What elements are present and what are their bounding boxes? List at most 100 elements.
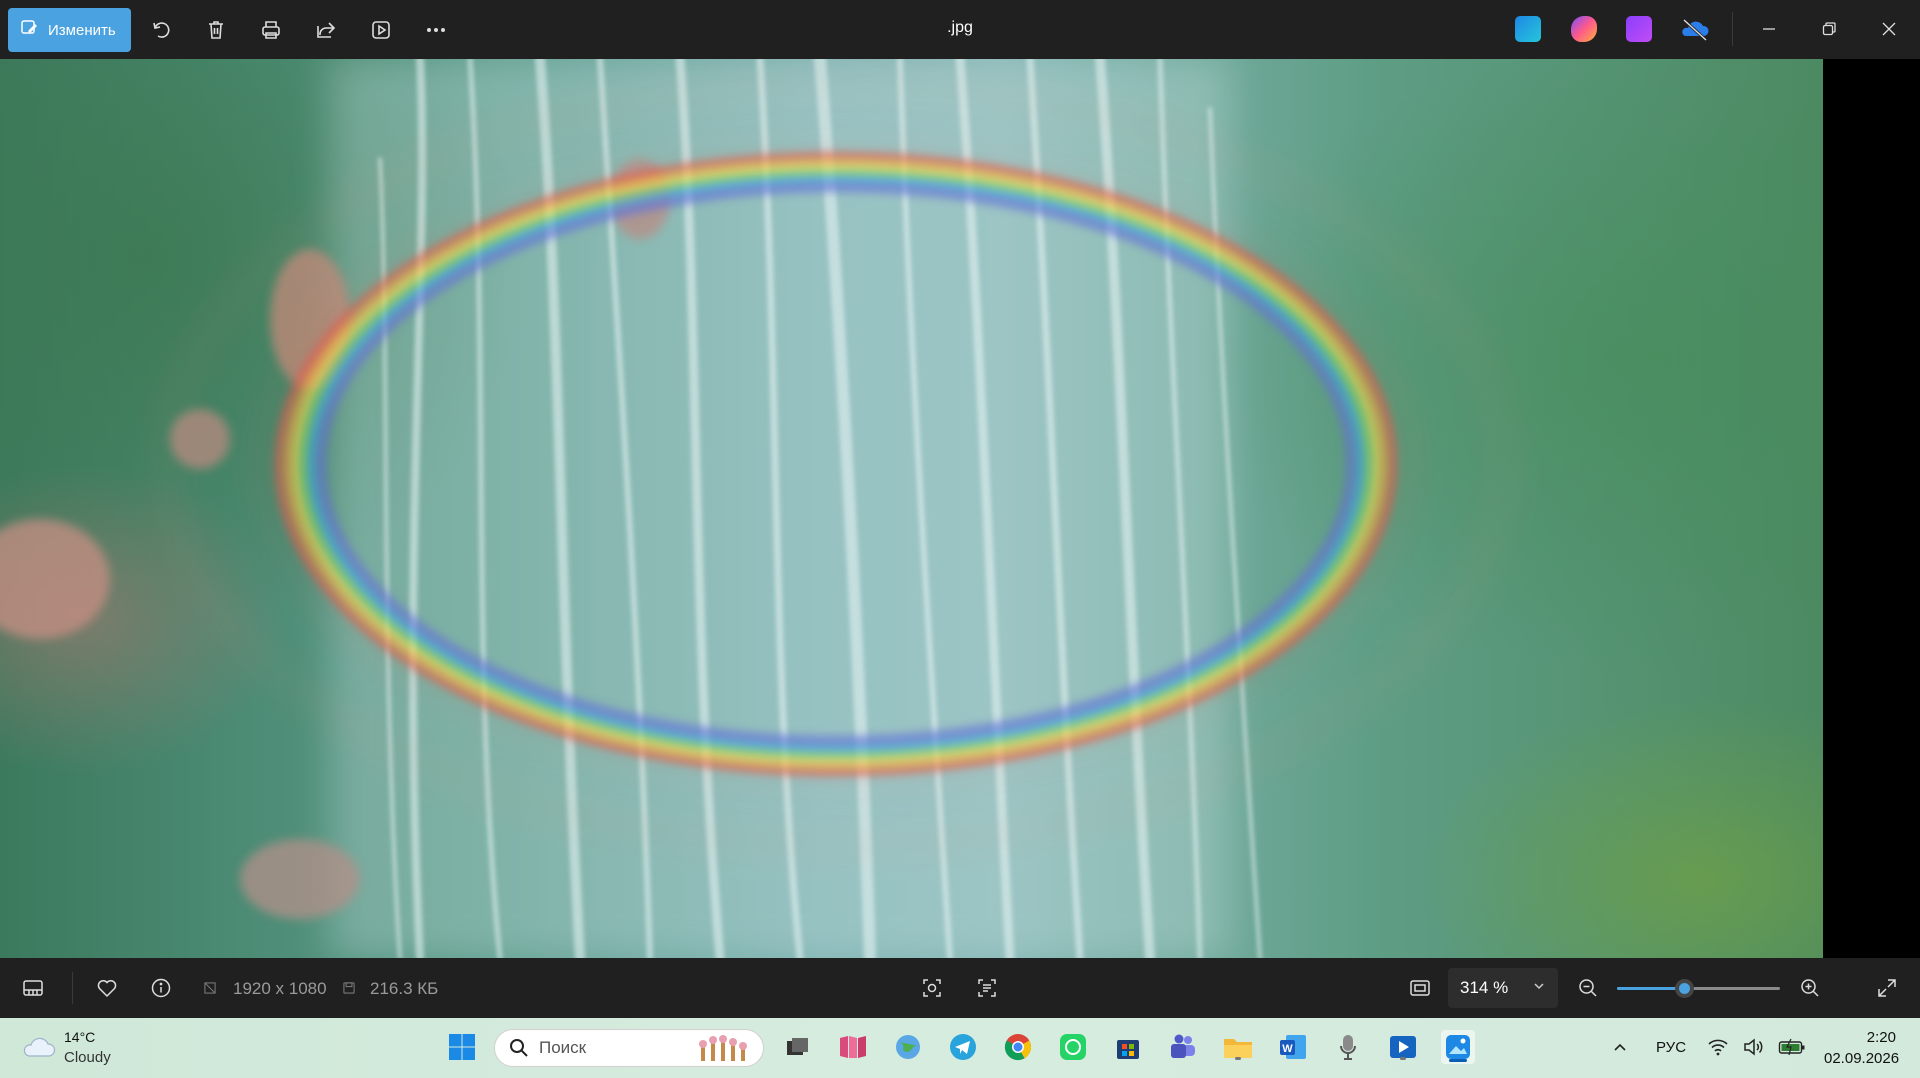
rotate-icon xyxy=(153,22,170,38)
file-explorer-app[interactable] xyxy=(1221,1030,1255,1064)
file-size: 216.3 КБ xyxy=(370,979,439,998)
filmstrip-icon xyxy=(23,980,43,996)
teams-icon xyxy=(1171,1034,1195,1058)
zoom-out-icon xyxy=(1579,979,1597,997)
image-canvas[interactable] xyxy=(0,59,1920,958)
fit-to-window-button[interactable] xyxy=(1407,975,1433,1001)
weather-temperature: 14°C xyxy=(64,1029,96,1045)
onedrive-off-icon[interactable] xyxy=(1680,16,1710,42)
delete-button[interactable] xyxy=(198,12,234,48)
text-scan-icon xyxy=(978,979,996,997)
more-icon xyxy=(426,28,445,33)
teams-app[interactable] xyxy=(1166,1030,1200,1064)
weather-description: Cloudy xyxy=(64,1049,111,1066)
more-button[interactable] xyxy=(418,12,454,48)
wifi-icon xyxy=(1708,1039,1728,1056)
zoom-level-dropdown[interactable]: 314 % xyxy=(1448,968,1558,1008)
restore-button[interactable] xyxy=(1807,10,1851,48)
clock-date[interactable]: 02.09.2026 xyxy=(1824,1050,1899,1067)
chevron-down-icon xyxy=(1532,978,1546,998)
file-name-title: .jpg xyxy=(947,19,973,36)
bookmarks-app[interactable] xyxy=(836,1030,870,1064)
fullscreen-icon xyxy=(1878,979,1896,997)
telegram-app[interactable] xyxy=(946,1030,980,1064)
close-button[interactable] xyxy=(1867,10,1911,48)
text-scan-button[interactable] xyxy=(974,975,1000,1001)
microphone-icon xyxy=(1340,1035,1356,1060)
filmstrip-button[interactable] xyxy=(20,975,46,1001)
photos-app[interactable] xyxy=(1441,1030,1475,1064)
input-language[interactable]: РУС xyxy=(1656,1039,1686,1056)
share-button[interactable] xyxy=(308,12,344,48)
photo-waterfall-rainbow xyxy=(0,59,1823,958)
windows-taskbar: 14°C Cloudy Поиск W РУС 2:20 02.09.2026 xyxy=(0,1018,1920,1078)
word-icon: W xyxy=(1280,1035,1306,1059)
chevron-up-icon xyxy=(1614,1043,1626,1051)
info-button[interactable] xyxy=(148,975,174,1001)
fit-to-window-icon xyxy=(1410,980,1430,996)
delete-icon xyxy=(209,21,223,39)
task-view-button[interactable] xyxy=(780,1030,814,1064)
status-bar: 1920 x 1080 216.3 КБ 314 % xyxy=(0,958,1920,1018)
slideshow-button[interactable] xyxy=(363,12,399,48)
battery-status[interactable] xyxy=(1776,1030,1808,1064)
chrome-app[interactable] xyxy=(1001,1030,1035,1064)
photos-editor-icon[interactable] xyxy=(1515,16,1541,42)
cloud-icon xyxy=(23,1037,56,1057)
close-icon xyxy=(1882,22,1896,36)
show-hidden-icons-button[interactable] xyxy=(1607,1030,1633,1064)
minimize-icon xyxy=(1763,28,1775,30)
edit-image-icon xyxy=(20,18,40,42)
edit-button[interactable]: Изменить xyxy=(8,8,131,52)
whatsapp-app[interactable] xyxy=(1056,1030,1090,1064)
clipchamp-icon[interactable] xyxy=(1626,16,1652,42)
start-button[interactable] xyxy=(445,1030,479,1064)
media-player-app[interactable] xyxy=(1386,1030,1420,1064)
dimensions-icon xyxy=(200,975,220,1001)
copilot-icon[interactable] xyxy=(1571,16,1597,42)
edit-button-label: Изменить xyxy=(48,21,116,39)
fullscreen-button[interactable] xyxy=(1874,975,1900,1001)
favorite-icon xyxy=(97,980,117,998)
print-icon xyxy=(262,21,280,39)
rotate-button[interactable] xyxy=(143,12,179,48)
bookmarks-icon xyxy=(840,1036,866,1058)
zoom-slider-thumb[interactable] xyxy=(1675,979,1694,998)
store-app[interactable] xyxy=(1111,1030,1145,1064)
windows-logo-icon xyxy=(449,1034,475,1060)
running-indicator xyxy=(1400,1057,1406,1060)
microphone-app[interactable] xyxy=(1331,1030,1365,1064)
word-app[interactable]: W xyxy=(1276,1030,1310,1064)
globe-app[interactable] xyxy=(891,1030,925,1064)
toolbar-divider xyxy=(1732,12,1733,46)
chrome-icon xyxy=(1004,1034,1032,1061)
visual-search-button[interactable] xyxy=(919,975,945,1001)
top-toolbar: Изменить .jpg xyxy=(0,0,1920,59)
clock-time[interactable]: 2:20 xyxy=(1830,1029,1896,1046)
search-highlight-image xyxy=(695,1035,755,1063)
minimize-button[interactable] xyxy=(1747,10,1791,48)
volume-status[interactable] xyxy=(1740,1030,1768,1064)
image-dimensions: 1920 x 1080 xyxy=(233,979,327,998)
print-button[interactable] xyxy=(253,12,289,48)
running-indicator xyxy=(1235,1057,1241,1060)
favorite-button[interactable] xyxy=(94,975,120,1001)
info-icon xyxy=(151,978,171,998)
whatsapp-icon xyxy=(1060,1034,1086,1060)
visual-search-icon xyxy=(923,979,941,997)
telegram-icon xyxy=(950,1034,976,1060)
zoom-out-button[interactable] xyxy=(1575,975,1601,1001)
network-status[interactable] xyxy=(1704,1030,1732,1064)
zoom-in-button[interactable] xyxy=(1797,975,1823,1001)
store-icon xyxy=(1117,1040,1139,1059)
file-size-icon xyxy=(339,975,359,1001)
taskbar-search[interactable]: Поиск xyxy=(494,1029,764,1067)
battery-charging-icon xyxy=(1778,1038,1805,1056)
zoom-slider-fill xyxy=(1617,987,1684,990)
zoom-in-icon xyxy=(1801,979,1819,997)
zoom-slider[interactable] xyxy=(1617,979,1780,998)
zoom-level-value: 314 % xyxy=(1460,978,1509,997)
restore-icon xyxy=(1822,22,1836,36)
speaker-icon xyxy=(1744,1038,1763,1056)
statusbar-divider xyxy=(72,972,73,1004)
